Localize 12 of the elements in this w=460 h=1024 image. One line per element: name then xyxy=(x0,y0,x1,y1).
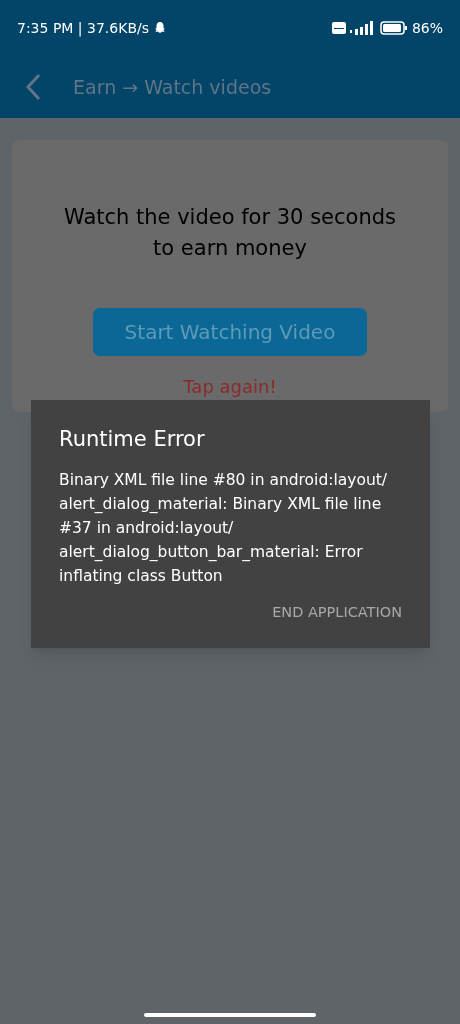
status-time: 7:35 PM | 37.6KB/s xyxy=(17,18,149,39)
battery-level: 86% xyxy=(411,18,443,38)
ghost-icon xyxy=(153,21,167,35)
back-icon xyxy=(25,73,41,101)
dialog-title: Runtime Error xyxy=(59,426,206,453)
dialog-action-button[interactable]: END APPLICATION xyxy=(272,602,402,624)
instruction-text: Watch the video for 30 seconds to earn money xyxy=(63,204,397,262)
screen-title: Earn → Watch videos xyxy=(73,74,272,100)
battery-icon xyxy=(379,21,408,35)
signal-icon xyxy=(349,21,374,35)
dialog-message: Binary XML file line #80 in android:layout/ alert_dialog_material: Binary XML file line #37 in android:layout/ alert_dialog_button_bar_material: Error inflating class Button xyxy=(59,469,389,587)
tap-again-hint: Tap again! xyxy=(183,375,277,399)
